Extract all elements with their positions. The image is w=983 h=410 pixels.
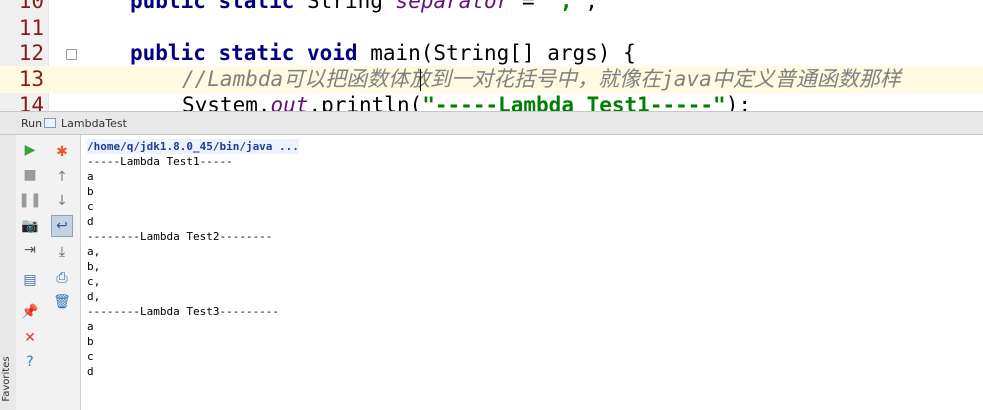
line-number: 11 <box>18 16 44 40</box>
console-line: c, <box>87 275 101 288</box>
pin-icon[interactable]: 📌 <box>19 301 41 323</box>
pause-icon[interactable]: ❚❚ <box>18 189 42 211</box>
dump-threads-icon[interactable]: 📷 <box>19 215 41 237</box>
console-line: --------Lambda Test3--------- <box>87 305 280 318</box>
console-command-line: /home/q/jdk1.8.0_45/bin/java ... <box>87 139 299 154</box>
fold-marker-icon[interactable] <box>66 49 77 60</box>
string-literal: "-----Lambda Test1-----" <box>422 93 726 111</box>
exit-icon-glyph: ⇥ <box>24 242 36 258</box>
print-icon-glyph: ⎙ <box>56 270 68 286</box>
up-arrow-icon-glyph: ↑ <box>56 169 68 185</box>
code-line-10[interactable]: 10 public static String separator = ","; <box>0 0 983 15</box>
text-caret <box>420 69 421 91</box>
code-text[interactable]: System.out.println("-----Lambda Test1---… <box>182 92 751 111</box>
debug-settings-icon-glyph: ✱ <box>56 144 68 160</box>
console-line: b <box>87 335 94 348</box>
soft-wrap-icon[interactable]: ↩ <box>51 215 73 237</box>
console-line: b <box>87 185 94 198</box>
code-line-12[interactable]: 12 public static void main(String[] args… <box>0 40 983 67</box>
console-line: d <box>87 215 94 228</box>
down-arrow-icon[interactable]: ↓ <box>51 190 73 212</box>
run-config-name[interactable]: LambdaTest <box>61 117 127 130</box>
console-output[interactable]: /home/q/jdk1.8.0_45/bin/java ... -----Lam… <box>81 135 983 410</box>
run-left-toolbar: ▶ ■ ❚❚ 📷 ⇥ ▤ 📌 ✕? <box>16 135 47 410</box>
console-line: d, <box>87 290 101 303</box>
operator: = <box>509 0 548 13</box>
line-number: 12 <box>18 41 44 65</box>
console-line: -----Lambda Test1----- <box>87 155 233 168</box>
string-literal: "," <box>547 0 586 13</box>
code-text[interactable]: public static void main(String[] args) { <box>130 40 636 67</box>
restore-layout-icon-glyph: ▤ <box>23 272 37 288</box>
console-line: a, <box>87 245 101 258</box>
run-panel-header: Run LambdaTest <box>0 111 983 135</box>
console-line: c <box>87 350 94 363</box>
method-call: .println( <box>308 93 423 111</box>
console-line: d <box>87 365 94 378</box>
call-end: ); <box>725 93 751 111</box>
dump-threads-icon-glyph: 📷 <box>21 218 39 234</box>
run-tab-label[interactable]: Run <box>21 117 42 130</box>
favorites-tab[interactable]: Favorites <box>1 355 15 403</box>
close-icon[interactable]: ✕ <box>19 327 41 349</box>
run-config-icon <box>44 118 56 128</box>
console-line: a <box>87 170 94 183</box>
up-arrow-icon[interactable]: ↑ <box>51 166 73 188</box>
help-icon-glyph: ? <box>26 354 34 370</box>
code-text[interactable]: public static String separator = ","; <box>130 0 598 15</box>
console-line: a <box>87 320 94 333</box>
stop-icon-glyph: ■ <box>23 167 37 183</box>
line-number: 14 <box>18 93 44 111</box>
type-name: String <box>307 0 396 13</box>
line-number: 13 <box>18 67 44 91</box>
class-ref: System. <box>182 93 271 111</box>
rerun-icon-glyph: ▶ <box>24 142 36 158</box>
close-icon-glyph: ✕ <box>24 330 36 346</box>
line-number: 10 <box>18 0 44 13</box>
scroll-to-end-icon[interactable]: ⤓ <box>51 241 73 263</box>
stop-icon[interactable]: ■ <box>19 164 41 186</box>
rerun-icon[interactable]: ▶ <box>19 139 41 161</box>
soft-wrap-icon-glyph: ↩ <box>56 218 68 234</box>
field-name: out <box>270 93 309 111</box>
exit-icon[interactable]: ⇥ <box>19 239 41 261</box>
code-line-14[interactable]: 14 System.out.println("-----Lambda Test1… <box>0 92 983 111</box>
run-right-toolbar: ✱ ↑ ↓ ↩ ⤓ ⎙ 🗑 <box>46 135 81 410</box>
keyword: public static <box>130 0 295 13</box>
method-signature: main(String[] args) { <box>357 41 636 65</box>
console-line: --------Lambda Test2-------- <box>87 230 273 243</box>
keyword: public static void <box>130 41 358 65</box>
field-name: separator <box>395 0 510 13</box>
down-arrow-icon-glyph: ↓ <box>56 193 68 209</box>
debug-settings-icon[interactable]: ✱ <box>51 141 73 163</box>
console-line: b, <box>87 260 101 273</box>
restore-layout-icon[interactable]: ▤ <box>19 269 41 291</box>
code-text[interactable]: //Lambda可以把函数体放到一对花括号中，就像在java中定义普通函数那样 <box>182 66 901 93</box>
clear-all-icon[interactable]: 🗑 <box>51 291 73 313</box>
comment: //Lambda可以把函数体放到一对花括号中，就像在java中定义普通函数那样 <box>182 67 901 91</box>
code-editor[interactable]: 10 public static String separator = ",";… <box>0 0 983 111</box>
code-line-11[interactable]: 11 <box>0 15 983 42</box>
console-line: c <box>87 200 94 213</box>
code-line-13[interactable]: 13 //Lambda可以把函数体放到一对花括号中，就像在java中定义普通函数… <box>0 66 983 93</box>
print-icon[interactable]: ⎙ <box>51 267 73 289</box>
semicolon: ; <box>585 0 598 13</box>
pin-icon-glyph: 📌 <box>21 304 39 320</box>
help-icon[interactable]: ? <box>19 351 41 373</box>
pause-icon-glyph: ❚❚ <box>18 192 42 208</box>
clear-all-icon-glyph: 🗑 <box>53 294 71 310</box>
scroll-to-end-icon-glyph: ⤓ <box>58 244 66 260</box>
